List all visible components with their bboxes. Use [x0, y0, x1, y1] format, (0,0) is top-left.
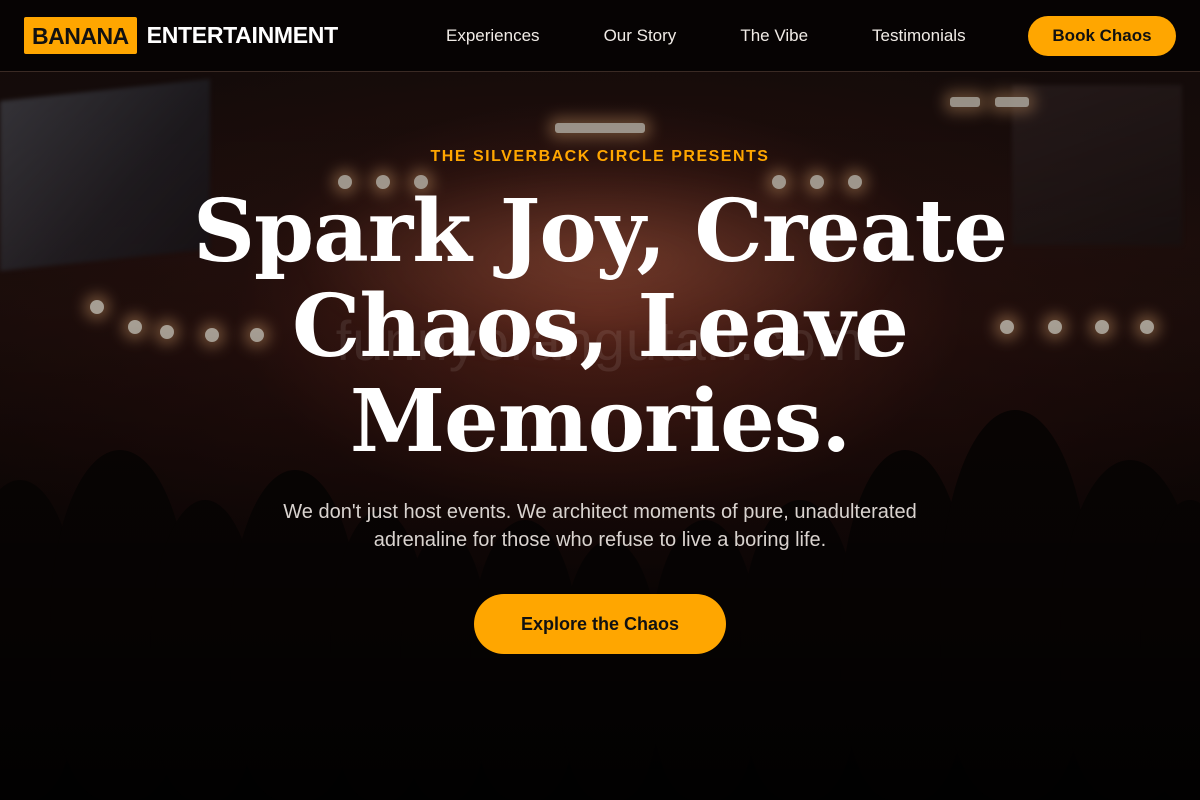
top-navigation-bar: BANANA ENTERTAINMENT Experiences Our Sto… [0, 0, 1200, 72]
logo-wordmark: ENTERTAINMENT [146, 22, 338, 48]
hero-eyebrow: THE SILVERBACK CIRCLE PRESENTS [430, 148, 770, 165]
nav-link-our-story[interactable]: Our Story [604, 26, 677, 46]
book-chaos-button[interactable]: Book Chaos [1028, 16, 1176, 56]
explore-the-chaos-button[interactable]: Explore the Chaos [474, 594, 726, 654]
brand-logo[interactable]: BANANA ENTERTAINMENT [24, 17, 338, 54]
nav-link-testimonials[interactable]: Testimonials [872, 26, 966, 46]
hero-section: THE SILVERBACK CIRCLE PRESENTS Spark Joy… [0, 72, 1200, 800]
logo-banana-badge: BANANA [24, 17, 137, 54]
hero-headline: Spark Joy, Create Chaos, Leave Memories. [192, 181, 1008, 472]
nav-link-the-vibe[interactable]: The Vibe [740, 26, 808, 46]
page: BANANA ENTERTAINMENT Experiences Our Sto… [0, 0, 1200, 800]
nav-links: Experiences Our Story The Vibe Testimoni… [446, 0, 966, 72]
hero-subheadline: We don't just host events. We architect … [283, 501, 917, 551]
nav-link-experiences[interactable]: Experiences [446, 26, 540, 46]
